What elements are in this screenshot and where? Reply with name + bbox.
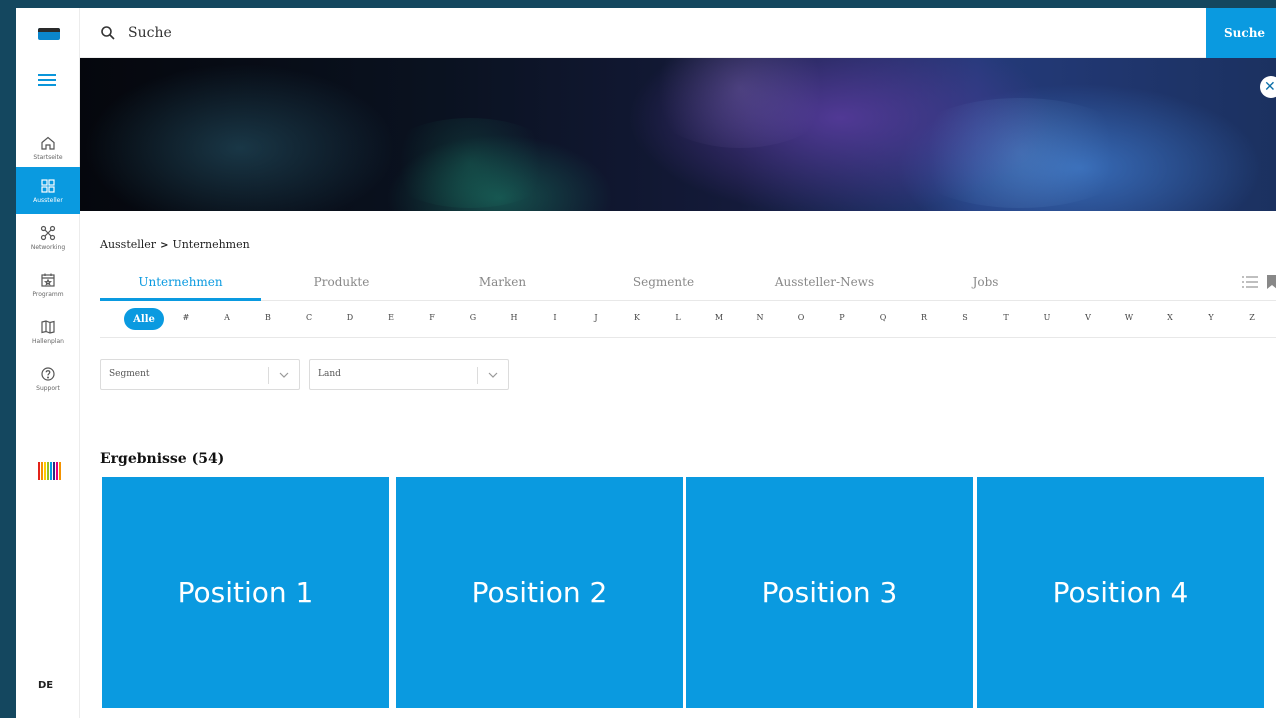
alphabet-letter[interactable]: U (1041, 313, 1053, 322)
network-icon (40, 225, 56, 240)
alphabet-letter[interactable]: V (1082, 313, 1094, 322)
result-card[interactable]: Position 3 (686, 477, 973, 708)
alphabet-letter[interactable]: # (180, 313, 192, 322)
sidebar-item-label: Aussteller (33, 196, 63, 204)
land-placeholder: Land (318, 369, 341, 379)
alphabet-letter[interactable]: M (713, 313, 725, 322)
tab-produkte[interactable]: Produkte (261, 275, 422, 289)
alphabet-letter[interactable]: Y (1205, 313, 1217, 322)
chevron-right-icon: > (160, 240, 169, 251)
hero-banner: ✕ (80, 58, 1276, 211)
alphabet-letter[interactable]: C (303, 313, 315, 322)
tab-segmente[interactable]: Segmente (583, 275, 744, 289)
colored-stripes-icon[interactable] (38, 462, 62, 480)
results-title: Ergebnisse (54) (100, 451, 225, 467)
sidebar: Startseite Aussteller Networking Program… (16, 8, 80, 718)
sidebar-item-aussteller[interactable]: Aussteller (16, 167, 80, 214)
alphabet-letter[interactable]: J (590, 313, 602, 322)
result-card[interactable]: Position 2 (396, 477, 683, 708)
sidebar-item-label: Startseite (33, 153, 63, 161)
alphabet-letter[interactable]: F (426, 313, 438, 322)
home-icon (41, 136, 55, 150)
alphabet-letter[interactable]: X (1164, 313, 1176, 322)
result-card[interactable]: Position 1 (102, 477, 389, 708)
tab-bar: Unternehmen Produkte Marken Segmente Aus… (100, 266, 1276, 301)
alphabet-letter[interactable]: T (1000, 313, 1012, 322)
sidebar-item-hallenplan[interactable]: Hallenplan (16, 308, 80, 355)
list-view-icon[interactable] (1241, 274, 1259, 290)
search-icon (101, 26, 115, 40)
alphabet-letter[interactable]: K (631, 313, 643, 322)
segment-select[interactable]: Segment (100, 359, 300, 390)
hero-light-shape (640, 58, 840, 148)
chevron-down-icon (488, 372, 498, 378)
hero-light-shape (900, 98, 1140, 208)
sidebar-item-label: Hallenplan (32, 337, 64, 345)
alphabet-letter[interactable]: S (959, 313, 971, 322)
alphabet-letter[interactable]: L (672, 313, 684, 322)
hamburger-menu-icon[interactable] (38, 74, 56, 86)
sidebar-item-startseite[interactable]: Startseite (16, 124, 80, 171)
alphabet-letter[interactable]: D (344, 313, 356, 322)
segment-placeholder: Segment (109, 369, 150, 379)
sidebar-item-programm[interactable]: Programm (16, 261, 80, 308)
exhibitors-grid-icon (41, 178, 55, 193)
result-card-label: Position 2 (471, 576, 608, 609)
alphabet-letter[interactable]: H (508, 313, 520, 322)
search-button[interactable]: Suche (1206, 8, 1276, 58)
alphabet-filter: Alle # A B C D E F G H I J K L M N O P Q… (100, 306, 1276, 338)
alphabet-letter[interactable]: O (795, 313, 807, 322)
chevron-down-icon (279, 372, 289, 378)
alphabet-letter[interactable]: Z (1246, 313, 1258, 322)
hero-light-shape (380, 118, 560, 208)
alphabet-letter[interactable]: P (836, 313, 848, 322)
tab-unternehmen[interactable]: Unternehmen (100, 275, 261, 289)
alphabet-letter[interactable]: Q (877, 313, 889, 322)
select-divider (268, 367, 269, 384)
top-bar: Suche (80, 8, 1276, 58)
sidebar-item-label: Programm (32, 290, 64, 298)
sidebar-item-label: Support (36, 384, 60, 392)
tab-marken[interactable]: Marken (422, 275, 583, 289)
breadcrumb-parent[interactable]: Aussteller (100, 238, 156, 251)
active-tab-indicator (100, 298, 261, 301)
breadcrumb-current: Unternehmen (172, 238, 250, 251)
alphabet-letter[interactable]: N (754, 313, 766, 322)
app-window: Startseite Aussteller Networking Program… (16, 8, 1276, 718)
land-select[interactable]: Land (309, 359, 509, 390)
tab-aussteller-news[interactable]: Aussteller-News (744, 275, 905, 289)
alphabet-letter[interactable]: G (467, 313, 479, 322)
sidebar-item-networking[interactable]: Networking (16, 214, 80, 261)
tab-jobs[interactable]: Jobs (905, 275, 1066, 289)
alphabet-letter[interactable]: A (221, 313, 233, 322)
alphabet-letter[interactable]: W (1123, 313, 1135, 322)
alphabet-letter[interactable]: I (549, 313, 561, 322)
brand-logo-icon[interactable] (38, 28, 60, 40)
alphabet-letter[interactable]: B (262, 313, 274, 322)
language-switch[interactable]: DE (38, 680, 53, 691)
alphabet-letter[interactable]: E (385, 313, 397, 322)
result-card-label: Position 1 (177, 576, 314, 609)
bookmark-icon[interactable] (1266, 274, 1276, 290)
result-card-label: Position 3 (761, 576, 898, 609)
map-icon (41, 319, 55, 334)
alphabet-all-button[interactable]: Alle (124, 308, 164, 330)
calendar-icon (41, 273, 55, 287)
search-input[interactable] (128, 20, 728, 46)
select-divider (477, 367, 478, 384)
result-card[interactable]: Position 4 (977, 477, 1264, 708)
breadcrumb: Aussteller > Unternehmen (100, 238, 250, 251)
close-icon[interactable]: ✕ (1260, 76, 1276, 98)
result-card-label: Position 4 (1052, 576, 1189, 609)
sidebar-item-support[interactable]: Support (16, 355, 80, 402)
sidebar-item-label: Networking (30, 243, 66, 251)
alphabet-letter[interactable]: R (918, 313, 930, 322)
help-icon (41, 366, 55, 381)
